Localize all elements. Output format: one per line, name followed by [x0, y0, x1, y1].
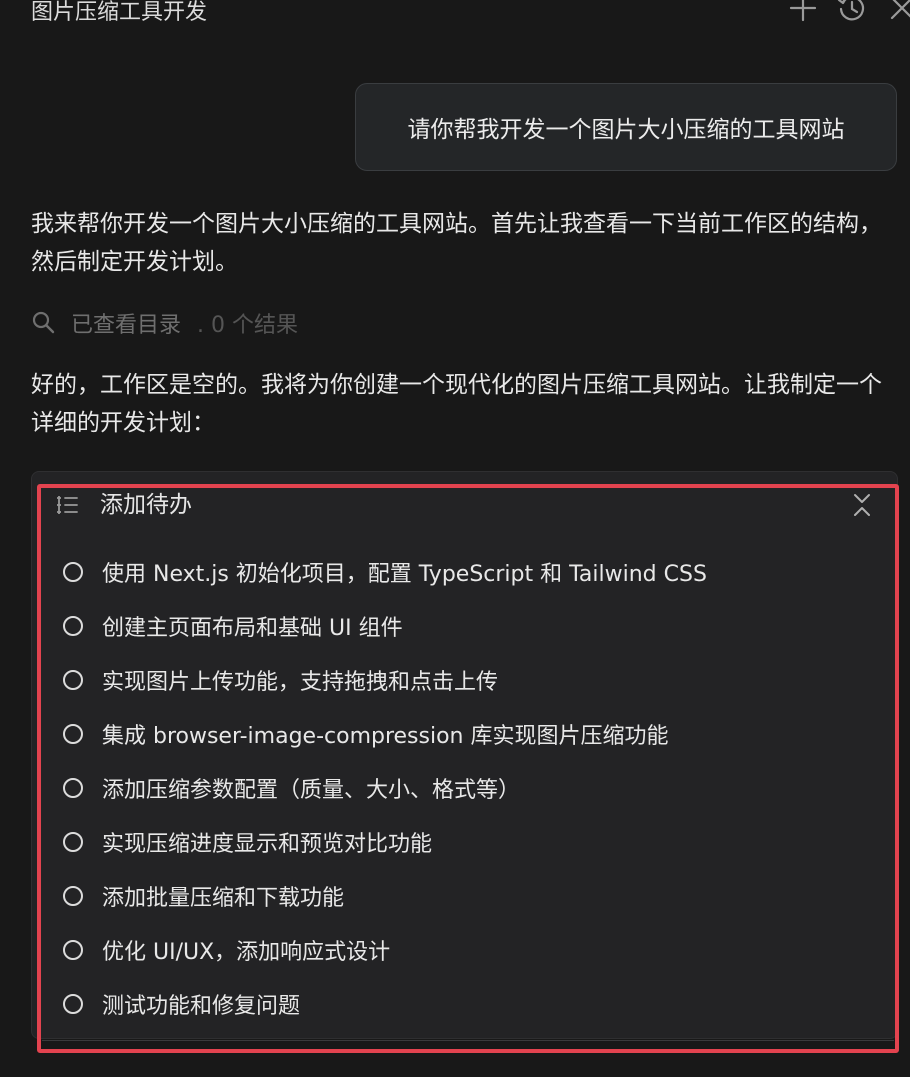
- todo-item[interactable]: 使用 Next.js 初始化项目，配置 TypeScript 和 Tailwin…: [63, 545, 707, 599]
- todo-checkbox[interactable]: [63, 940, 83, 960]
- todo-checkbox[interactable]: [63, 778, 83, 798]
- todo-item[interactable]: 添加压缩参数配置（质量、大小、格式等）: [63, 761, 707, 815]
- todo-item-text: 优化 UI/UX，添加响应式设计: [102, 940, 391, 965]
- todo-checkbox[interactable]: [63, 886, 83, 906]
- todo-title: 添加待办: [100, 492, 192, 518]
- todo-item-text: 实现压缩进度显示和预览对比功能: [102, 832, 433, 857]
- todo-item[interactable]: 实现压缩进度显示和预览对比功能: [63, 815, 707, 869]
- todo-item-text: 集成 browser-image-compression 库实现图片压缩功能: [102, 724, 669, 749]
- todo-list: 使用 Next.js 初始化项目，配置 TypeScript 和 Tailwin…: [63, 545, 707, 1031]
- assistant-message: 我来帮你开发一个图片大小压缩的工具网站。首先让我查看一下当前工作区的结构，然后制…: [31, 211, 882, 275]
- chat-title: 图片压缩工具开发: [31, 0, 208, 25]
- collapse-icon[interactable]: [849, 491, 875, 519]
- user-message-text: 请你帮我开发一个图片大小压缩的工具网站: [407, 117, 845, 143]
- tool-call-result-count: . 0 个结果: [197, 313, 298, 338]
- assistant-message: 好的，工作区是空的。我将为你创建一个现代化的图片压缩工具网站。让我制定一个详细的…: [31, 372, 882, 436]
- search-icon: [32, 311, 55, 334]
- todo-item-text: 测试功能和修复问题: [102, 994, 301, 1019]
- todo-item[interactable]: 集成 browser-image-compression 库实现图片压缩功能: [63, 707, 707, 761]
- todo-checkbox[interactable]: [63, 670, 83, 690]
- todo-item-text: 实现图片上传功能，支持拖拽和点击上传: [102, 670, 499, 695]
- todo-checkbox[interactable]: [63, 832, 83, 852]
- list-checklist-icon: [57, 496, 78, 514]
- todo-item-text: 添加批量压缩和下载功能: [102, 886, 345, 911]
- todo-item[interactable]: 实现图片上传功能，支持拖拽和点击上传: [63, 653, 707, 707]
- todo-checkbox[interactable]: [63, 616, 83, 636]
- chat-header: 图片压缩工具开发: [0, 0, 910, 30]
- todo-item[interactable]: 测试功能和修复问题: [63, 977, 707, 1031]
- todo-item-text: 创建主页面布局和基础 UI 组件: [102, 616, 403, 641]
- user-message-bubble: 请你帮我开发一个图片大小压缩的工具网站: [355, 83, 897, 171]
- tool-call-row[interactable]: 已查看目录 . 0 个结果: [31, 306, 298, 340]
- todo-checkbox[interactable]: [63, 994, 83, 1014]
- todo-checkbox[interactable]: [63, 562, 83, 582]
- todo-item[interactable]: 添加批量压缩和下载功能: [63, 869, 707, 923]
- todo-panel-divider: [42, 1040, 894, 1041]
- todo-item-text: 使用 Next.js 初始化项目，配置 TypeScript 和 Tailwin…: [102, 562, 707, 587]
- plus-icon[interactable]: [787, 0, 819, 24]
- close-icon[interactable]: [886, 0, 910, 24]
- todo-item[interactable]: 创建主页面布局和基础 UI 组件: [63, 599, 707, 653]
- todo-header[interactable]: 添加待办: [55, 487, 875, 523]
- todo-item-text: 添加压缩参数配置（质量、大小、格式等）: [102, 778, 521, 803]
- history-icon[interactable]: [836, 0, 868, 24]
- tool-call-label: 已查看目录: [71, 313, 182, 338]
- todo-checkbox[interactable]: [63, 724, 83, 744]
- todo-item[interactable]: 优化 UI/UX，添加响应式设计: [63, 923, 707, 977]
